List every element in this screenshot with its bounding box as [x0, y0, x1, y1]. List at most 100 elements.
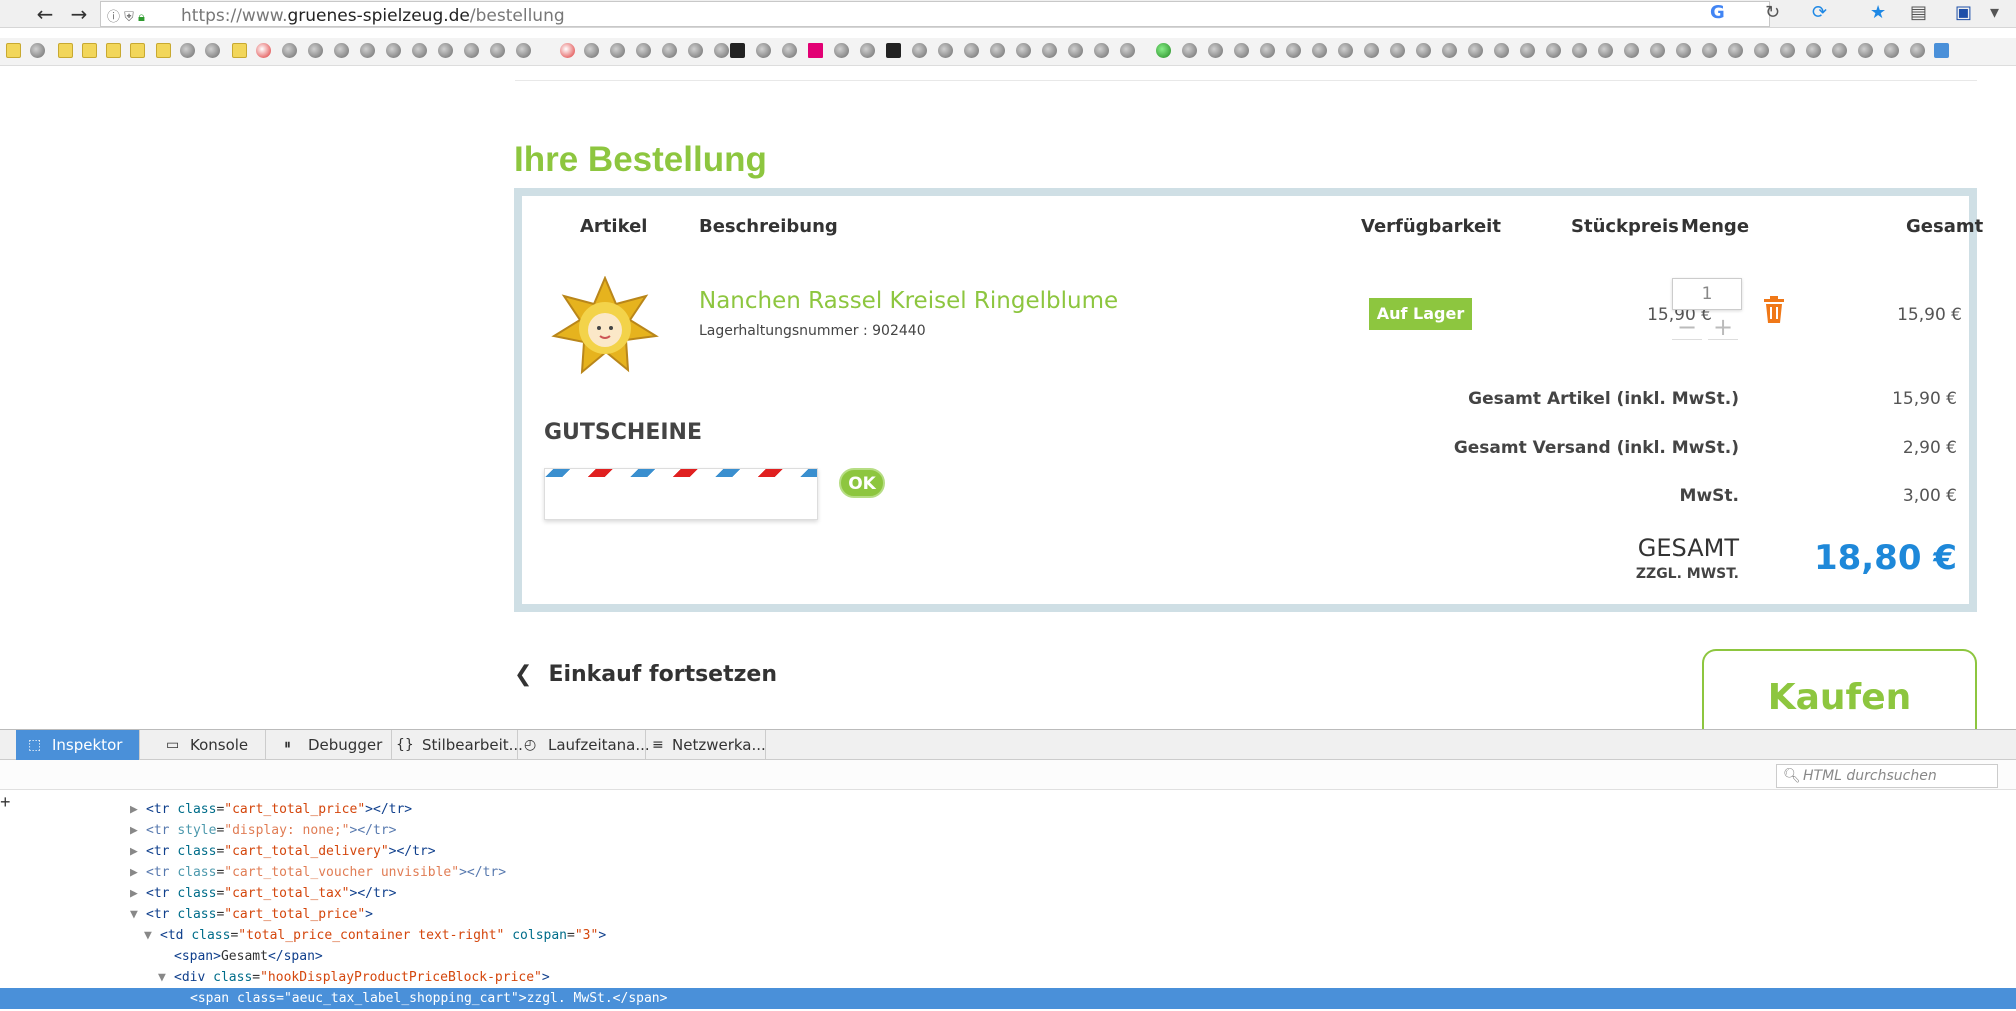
bookmark-icon[interactable]	[438, 43, 453, 58]
expand-arrow-icon[interactable]: ▶	[130, 883, 146, 904]
bookmark-icon[interactable]	[964, 43, 979, 58]
bookmark-icon[interactable]	[1120, 43, 1135, 58]
collapse-arrow-icon[interactable]: ▼	[130, 904, 146, 925]
continue-shopping-link[interactable]: ❮ Einkauf fortsetzen	[514, 662, 777, 687]
save-icon[interactable]: ▣	[1955, 2, 1972, 23]
bookmark-icon[interactable]	[1312, 43, 1327, 58]
bookmark-icon[interactable]	[1934, 43, 1949, 58]
bookmark-icon[interactable]	[464, 43, 479, 58]
expand-arrow-icon[interactable]: ▶	[130, 841, 146, 862]
bookmark-icon[interactable]	[560, 43, 575, 58]
product-image[interactable]	[550, 275, 660, 376]
markup-line[interactable]: ▶ <tr class="cart_total_price"></tr>	[130, 799, 412, 820]
bookmark-icon[interactable]	[1780, 43, 1795, 58]
bookmark-icon[interactable]	[1182, 43, 1197, 58]
bookmark-icon[interactable]	[730, 43, 745, 58]
bookmark-icon[interactable]	[1364, 43, 1379, 58]
bookmark-icon[interactable]	[938, 43, 953, 58]
bookmark-folder-icon[interactable]	[106, 43, 121, 58]
bookmark-icon[interactable]	[610, 43, 625, 58]
quantity-input[interactable]: 1	[1672, 278, 1742, 310]
library-icon[interactable]: ▤	[1910, 2, 1927, 23]
bookmark-icon[interactable]	[834, 43, 849, 58]
delete-item-button[interactable]	[1762, 296, 1786, 324]
bookmark-icon[interactable]	[688, 43, 703, 58]
bookmark-icon[interactable]	[808, 43, 823, 58]
bookmark-icon[interactable]	[1832, 43, 1847, 58]
markup-line[interactable]: ▶ <tr style="display: none;"></tr>	[130, 820, 396, 841]
collapse-arrow-icon[interactable]: ▼	[144, 925, 160, 946]
voucher-ok-button[interactable]: OK	[839, 468, 885, 498]
bookmark-icon[interactable]	[1910, 43, 1925, 58]
markup-line-selected[interactable]: <span class="aeuc_tax_label_shopping_car…	[0, 988, 2016, 1009]
tab-debugger[interactable]: ⏸︎ Debugger	[272, 730, 392, 760]
bookmark-icon[interactable]	[636, 43, 651, 58]
bookmark-folder-icon[interactable]	[130, 43, 145, 58]
bookmark-icon[interactable]	[1702, 43, 1717, 58]
bookmark-icon[interactable]	[282, 43, 297, 58]
menu-icon[interactable]: ▾	[1990, 2, 1999, 23]
bookmark-icon[interactable]	[990, 43, 1005, 58]
buy-button[interactable]: Kaufen	[1702, 649, 1977, 734]
markup-line[interactable]: ▶ <tr class="cart_total_tax"></tr>	[130, 883, 396, 904]
bookmark-icon[interactable]	[205, 43, 220, 58]
bookmark-icon[interactable]	[860, 43, 875, 58]
bookmark-icon[interactable]	[1468, 43, 1483, 58]
bookmark-icon[interactable]	[516, 43, 531, 58]
bookmark-icon[interactable]	[30, 43, 45, 58]
markup-line[interactable]: <span>Gesamt</span>	[174, 946, 323, 967]
bookmark-icon[interactable]	[1806, 43, 1821, 58]
bookmark-icon[interactable]	[180, 43, 195, 58]
bookmark-icon[interactable]	[1094, 43, 1109, 58]
bookmark-icon[interactable]	[714, 43, 729, 58]
bookmark-icon[interactable]	[1260, 43, 1275, 58]
bookmark-icon[interactable]	[256, 43, 271, 58]
voucher-input[interactable]	[544, 468, 818, 520]
bookmark-icon[interactable]	[1068, 43, 1083, 58]
expand-arrow-icon[interactable]: ▶	[130, 820, 146, 841]
reload-icon[interactable]: ↻	[1765, 2, 1780, 23]
markup-line[interactable]: ▶ <tr class="cart_total_voucher unvisible…	[130, 862, 506, 883]
tab-style-editor[interactable]: {} Stilbearbeit...	[392, 730, 523, 760]
add-node-button[interactable]: +	[0, 792, 11, 813]
markup-line[interactable]: ▼ <td class="total_price_container text-r…	[144, 925, 606, 946]
tab-network[interactable]: ≡ Netzwerka...	[646, 730, 766, 760]
bookmark-icon[interactable]	[756, 43, 771, 58]
html-search-input[interactable]: 🔍︎ HTML durchsuchen	[1776, 764, 1998, 788]
bookmark-icon[interactable]	[1650, 43, 1665, 58]
bookmark-icon[interactable]	[360, 43, 375, 58]
bookmark-folder-icon[interactable]	[232, 43, 247, 58]
sync-icon[interactable]: ⟳	[1812, 2, 1827, 23]
collapse-arrow-icon[interactable]: ▼	[158, 967, 174, 988]
quantity-increase-button[interactable]: +	[1708, 315, 1738, 340]
bookmark-icon[interactable]	[1624, 43, 1639, 58]
google-icon[interactable]: G	[1710, 2, 1725, 23]
site-info-icon[interactable]: ⓘ ⛨ 🔒︎	[107, 6, 145, 25]
tab-console[interactable]: ▭ Konsole	[154, 730, 266, 760]
bookmark-icon[interactable]	[584, 43, 599, 58]
expand-arrow-icon[interactable]: ▶	[130, 862, 146, 883]
bookmark-icon[interactable]	[334, 43, 349, 58]
bookmark-icon[interactable]	[1286, 43, 1301, 58]
bookmark-icon[interactable]	[1676, 43, 1691, 58]
bookmark-icon[interactable]	[386, 43, 401, 58]
bookmark-icon[interactable]	[1884, 43, 1899, 58]
url-field[interactable]: ⓘ ⛨ 🔒︎ https://www.gruenes-spielzeug.de/…	[100, 1, 1770, 27]
bookmark-icon[interactable]	[1016, 43, 1031, 58]
bookmark-icon[interactable]	[782, 43, 797, 58]
bookmark-icon[interactable]	[1572, 43, 1587, 58]
bookmark-folder-icon[interactable]	[58, 43, 73, 58]
bookmark-icon[interactable]	[1728, 43, 1743, 58]
markup-line[interactable]: ▶ <tr class="cart_total_delivery"></tr>	[130, 841, 436, 862]
bookmark-icon[interactable]	[1520, 43, 1535, 58]
bookmark-icon[interactable]	[1156, 43, 1171, 58]
bookmark-icon[interactable]	[1338, 43, 1353, 58]
quantity-decrease-button[interactable]: −	[1672, 315, 1702, 340]
expand-arrow-icon[interactable]: ▶	[130, 799, 146, 820]
forward-button[interactable]: →	[62, 1, 96, 27]
bookmark-icon[interactable]	[308, 43, 323, 58]
bookmark-icon[interactable]	[1754, 43, 1769, 58]
product-name-link[interactable]: Nanchen Rassel Kreisel Ringelblume	[699, 288, 1118, 314]
bookmark-icon[interactable]	[912, 43, 927, 58]
bookmark-icon[interactable]	[1390, 43, 1405, 58]
